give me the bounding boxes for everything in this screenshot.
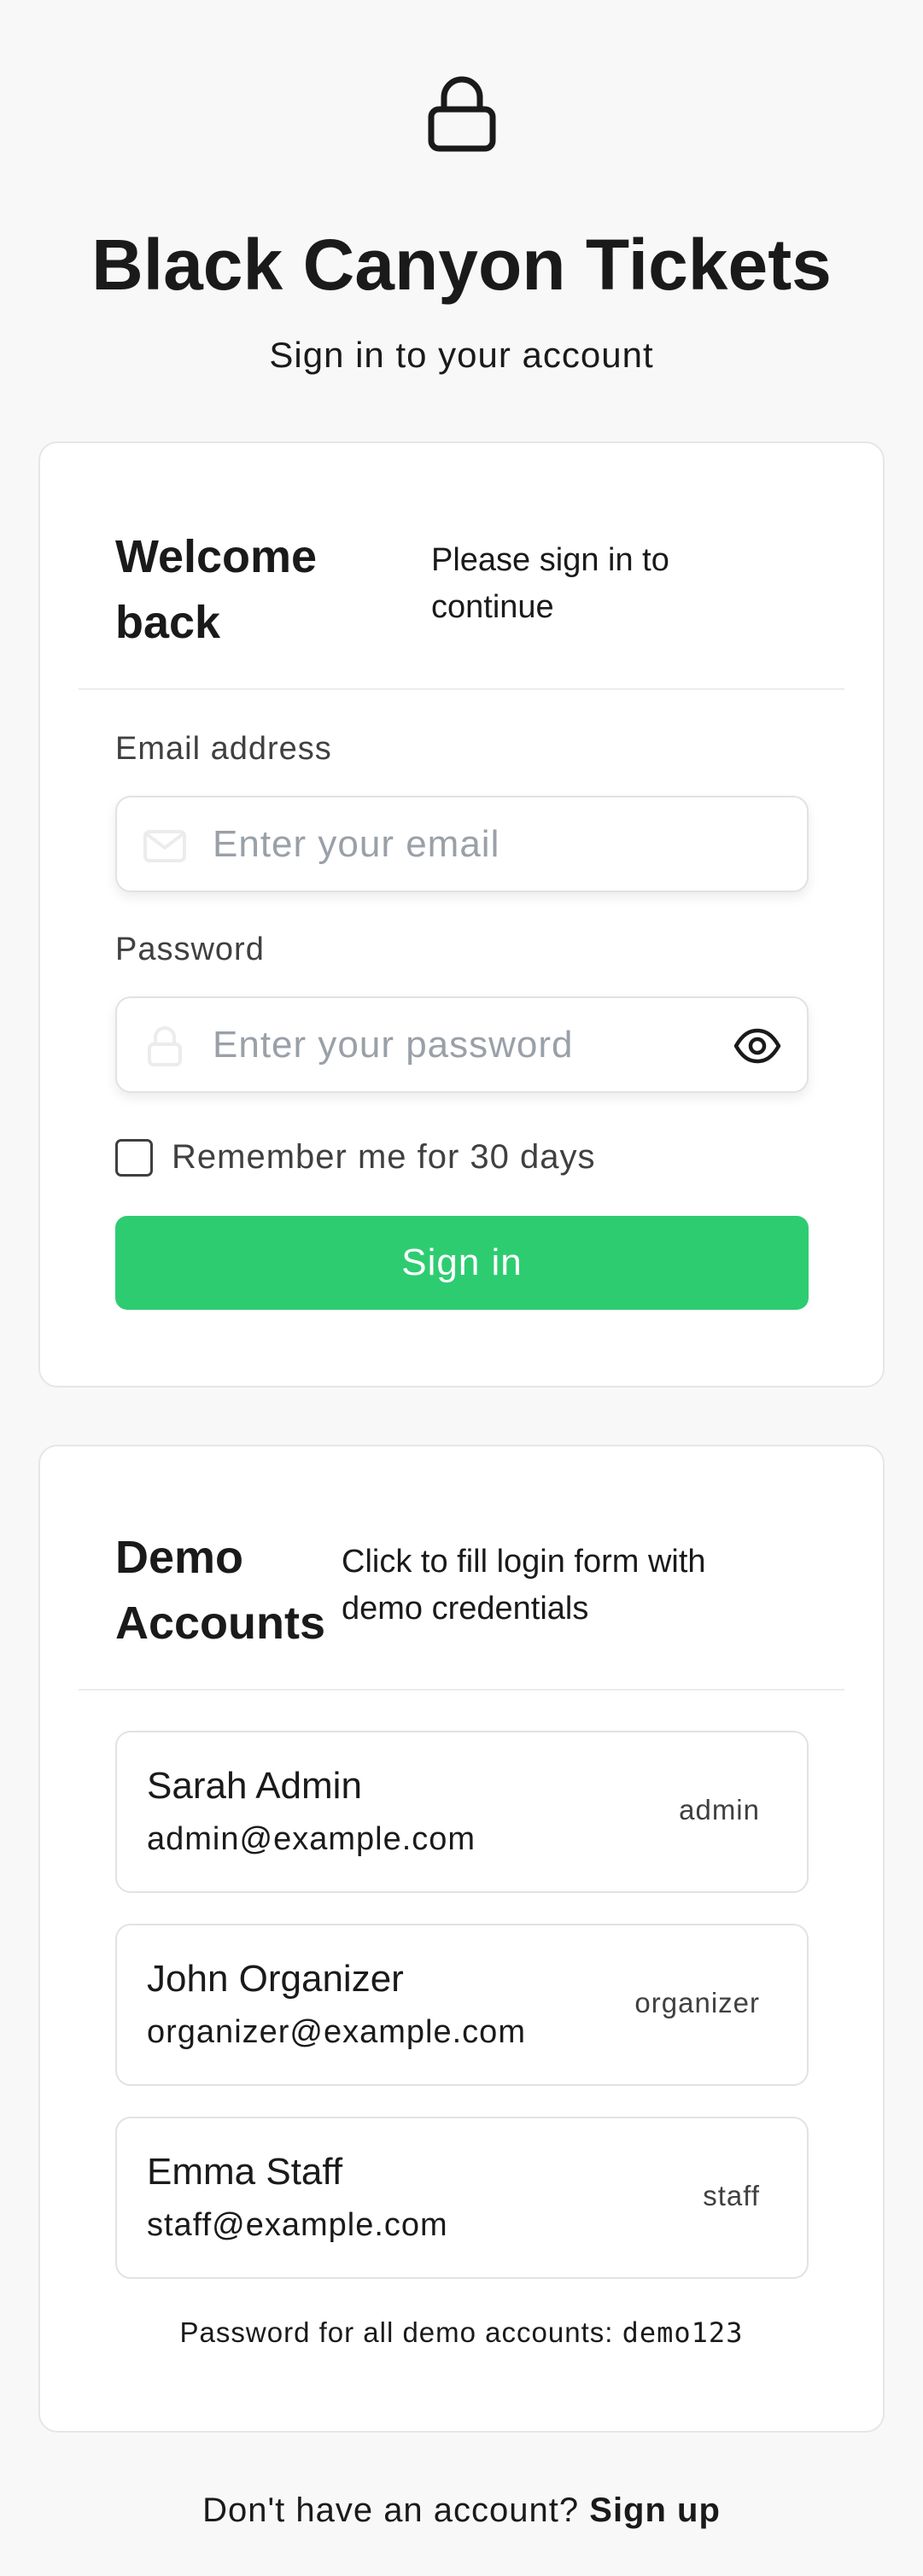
demo-account-role: staff (703, 2180, 760, 2211)
demo-password-value: demo123 (622, 2316, 744, 2349)
login-card-title: Welcome back (115, 531, 318, 648)
page-title: Black Canyon Tickets (91, 225, 832, 305)
demo-account-item[interactable]: Emma Staff staff@example.com staff (115, 2117, 809, 2279)
demo-account-role: admin (679, 1794, 760, 1825)
eye-icon[interactable] (733, 1024, 781, 1068)
demo-card-title: Demo Accounts (115, 1532, 326, 1649)
divider (79, 1689, 844, 1691)
sign-in-button[interactable]: Sign in (115, 1216, 809, 1310)
demo-account-email: admin@example.com (147, 1821, 476, 1857)
demo-account-name: John Organizer (147, 1958, 404, 2000)
password-field[interactable] (115, 996, 809, 1093)
demo-accounts-card: Demo Accounts Click to fill login form w… (38, 1445, 885, 2433)
remember-checkbox[interactable] (115, 1139, 153, 1177)
password-input[interactable] (213, 998, 691, 1091)
demo-password-note: Password for all demo accounts: demo123 (0, 2316, 923, 2349)
login-card-description: Please sign in to continue (431, 542, 669, 625)
mail-icon (143, 830, 186, 862)
signup-prompt-text: Don't have an account? (202, 2491, 580, 2529)
email-label: Email address (115, 731, 332, 767)
demo-account-item[interactable]: Sarah Admin admin@example.com admin (115, 1731, 809, 1893)
demo-password-note-text: Password for all demo accounts: (179, 2316, 614, 2348)
lock-icon (148, 1026, 182, 1066)
demo-account-email: organizer@example.com (147, 2014, 526, 2050)
demo-account-name: Emma Staff (147, 2151, 343, 2193)
email-input[interactable] (213, 797, 691, 891)
divider (79, 688, 844, 690)
email-field[interactable] (115, 796, 809, 892)
demo-card-description: Click to fill login form with demo crede… (342, 1544, 706, 1627)
remember-label[interactable]: Remember me for 30 days (172, 1138, 596, 1177)
login-card: Welcome back Please sign in to continue … (38, 441, 885, 1387)
lock-icon (428, 76, 496, 152)
signup-prompt: Don't have an account? Sign up (0, 2491, 923, 2530)
demo-account-item[interactable]: John Organizer organizer@example.com org… (115, 1924, 809, 2086)
demo-account-email: staff@example.com (147, 2207, 448, 2243)
page-subtitle: Sign in to your account (269, 335, 654, 375)
sign-up-link[interactable]: Sign up (589, 2491, 721, 2529)
password-label: Password (115, 932, 265, 967)
demo-account-role: organizer (634, 1987, 760, 2018)
demo-account-name: Sarah Admin (147, 1765, 362, 1807)
